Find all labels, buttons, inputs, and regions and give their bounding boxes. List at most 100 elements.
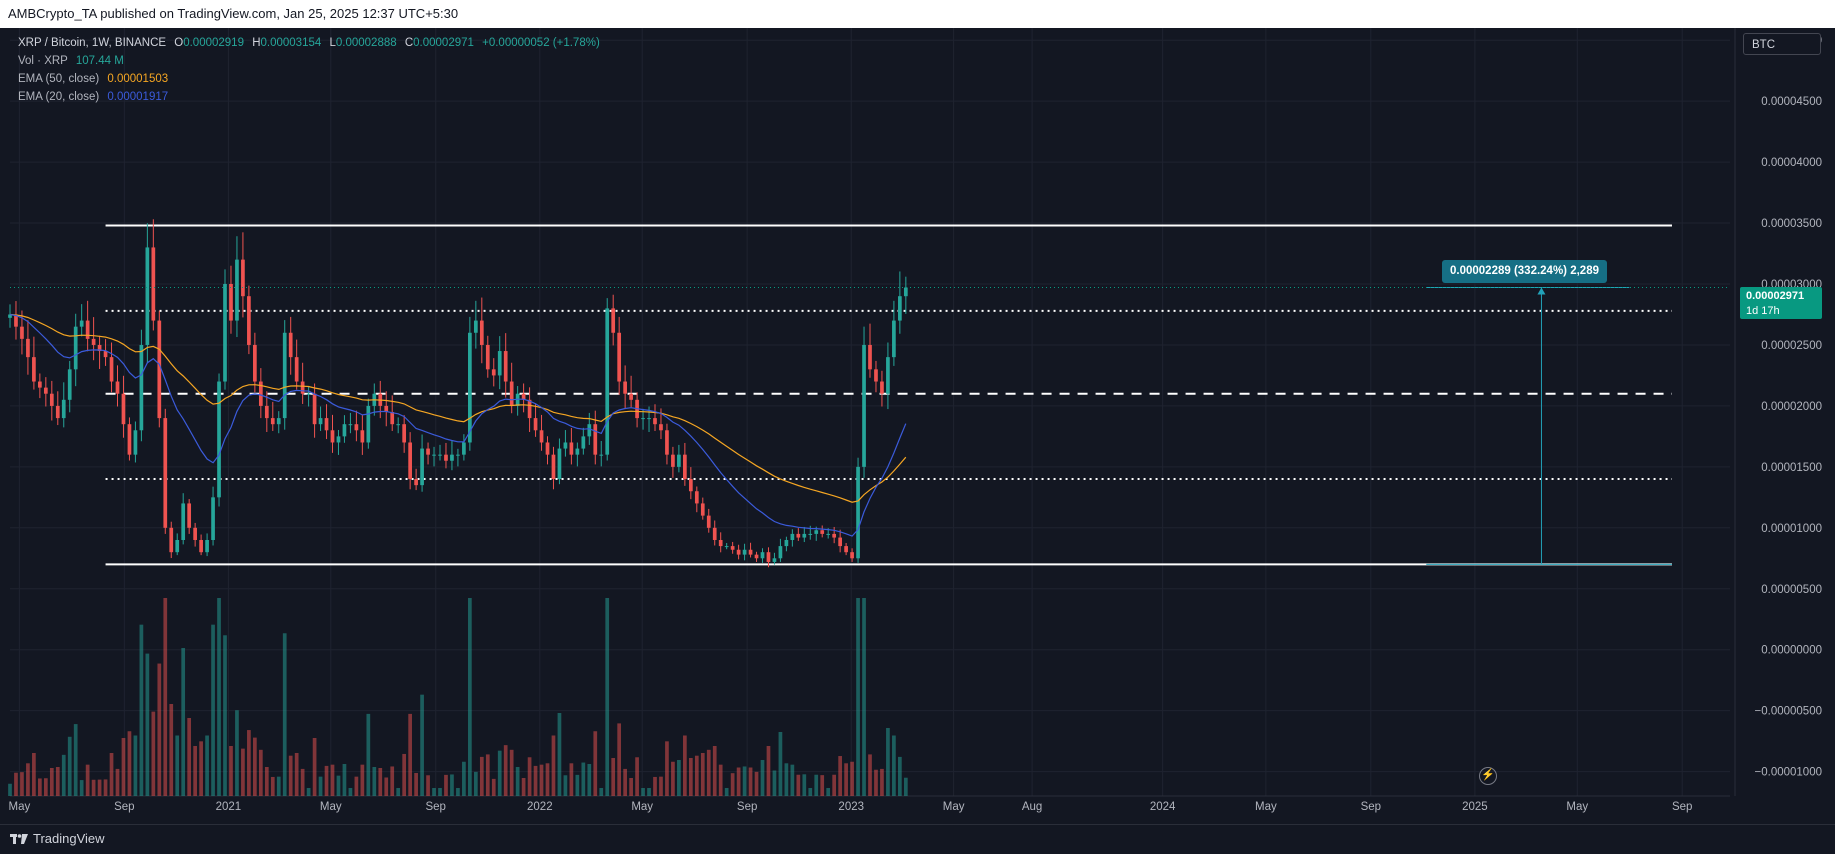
candle-body — [527, 399, 532, 419]
price-tick-label: 0.00001000 — [1761, 523, 1822, 535]
volume-bar — [336, 775, 341, 796]
candle-body — [217, 381, 221, 498]
volume-bar — [862, 598, 866, 796]
measure-arrow-icon — [1537, 287, 1546, 295]
volume-bar — [348, 788, 353, 796]
volume-bar — [139, 624, 144, 796]
candle-body — [324, 418, 329, 431]
volume-bar — [898, 756, 902, 796]
volume-label: Vol · XRP — [18, 55, 68, 67]
candle-body — [187, 503, 192, 528]
volume-bar — [772, 770, 777, 796]
time-tick-label: May — [943, 801, 965, 813]
candle-body — [730, 546, 735, 550]
volume-bar — [97, 779, 102, 796]
volume-bar — [563, 775, 568, 796]
candle-body — [647, 418, 651, 420]
candle-body — [390, 412, 395, 425]
volume-bar — [145, 653, 150, 796]
candle-body — [282, 332, 287, 419]
time-tick-label: Sep — [1361, 801, 1381, 813]
candle-body — [414, 479, 418, 486]
publish-info: AMBCrypto_TA published on TradingView.co… — [8, 6, 459, 21]
candle-body — [91, 338, 96, 345]
candle-body — [61, 399, 66, 419]
candle-body — [163, 418, 168, 528]
candle-body — [844, 546, 848, 553]
volume-bar — [856, 598, 860, 796]
volume-bar — [503, 745, 508, 796]
candle-body — [300, 381, 305, 394]
ema20-line — [9, 313, 907, 537]
candle-body — [826, 533, 831, 535]
candle-body — [778, 546, 783, 559]
volume-bar — [109, 753, 114, 796]
price-tick-label: −0.00001000 — [1755, 767, 1822, 779]
price-tick-label: 0.00004500 — [1761, 96, 1822, 108]
candle-body — [223, 284, 227, 382]
bar-countdown: 1d 17h — [1746, 305, 1780, 317]
volume-bar — [169, 704, 174, 796]
volume-bar — [49, 768, 54, 796]
candle-body — [898, 296, 902, 321]
candle-body — [694, 491, 699, 504]
chart-area[interactable]: 0.000050000.000045000.000040000.00003500… — [0, 28, 1835, 824]
volume-bar — [694, 755, 699, 796]
legend-volume-row[interactable]: Vol · XRP 107.44 M — [18, 52, 600, 70]
volume-bar — [390, 766, 395, 796]
currency-button[interactable]: BTC — [1743, 33, 1821, 55]
volume-bar — [509, 749, 514, 796]
volume-bars — [8, 598, 908, 796]
candle-body — [456, 454, 460, 456]
price-axis[interactable]: 0.000050000.000045000.000040000.00003500… — [1755, 35, 1822, 778]
volume-bar — [796, 774, 801, 796]
volume-bar — [32, 753, 36, 796]
measure-label[interactable]: 0.00002289 (332.24%) 2,289 — [1442, 260, 1607, 283]
publish-bar: AMBCrypto_TA published on TradingView.co… — [0, 0, 1835, 28]
volume-bar — [473, 771, 478, 796]
candle-body — [276, 418, 281, 425]
volume-bar — [450, 774, 454, 796]
volume-bar — [414, 773, 418, 796]
volume-bar — [372, 767, 377, 796]
volume-bar — [26, 763, 30, 796]
candle-body — [766, 552, 771, 562]
candle-body — [253, 344, 257, 382]
volume-bar — [264, 767, 269, 796]
low-value: 0.00002888 — [335, 37, 397, 49]
legend-ema20-row[interactable]: EMA (20, close) 0.00001917 — [18, 88, 600, 106]
change-value: +0.00000052 (+1.78%) — [482, 37, 600, 49]
candle-body — [432, 454, 436, 456]
volume-bar — [784, 763, 789, 796]
volume-bar — [521, 778, 526, 796]
volume-bar — [420, 694, 424, 796]
high-label: H — [252, 37, 261, 49]
volume-bar — [324, 765, 329, 796]
candle-body — [509, 381, 514, 406]
candle-body — [665, 430, 669, 455]
symbol-label[interactable]: XRP / Bitcoin, 1W, BINANCE — [18, 37, 166, 49]
volume-bar — [611, 758, 616, 796]
volume-value: 107.44 M — [75, 55, 124, 67]
volume-bar — [557, 713, 562, 796]
volume-bar — [378, 768, 383, 796]
candle-body — [49, 393, 54, 406]
volume-bar — [844, 763, 848, 796]
flash-icon[interactable]: ⚡ — [1479, 767, 1497, 785]
volume-bar — [253, 737, 257, 796]
volume-bar — [593, 731, 598, 796]
legend-ema50-row[interactable]: EMA (50, close) 0.00001503 — [18, 70, 600, 88]
candle-body — [581, 436, 586, 449]
volume-bar — [67, 736, 72, 796]
volume-bar — [647, 788, 651, 796]
candle-body — [503, 351, 508, 382]
candle-body — [139, 344, 144, 431]
candle-body — [408, 442, 412, 480]
time-axis[interactable]: May Sep 2021 May Sep 2022 May Sep 2023 May Aug 2024… — [9, 801, 1693, 813]
candle-body — [754, 554, 759, 559]
candle-body — [396, 424, 401, 426]
volume-bar — [683, 735, 687, 796]
candle-body — [55, 405, 60, 419]
volume-bar — [79, 780, 84, 796]
tradingview-logo[interactable]: TradingView — [10, 831, 105, 846]
